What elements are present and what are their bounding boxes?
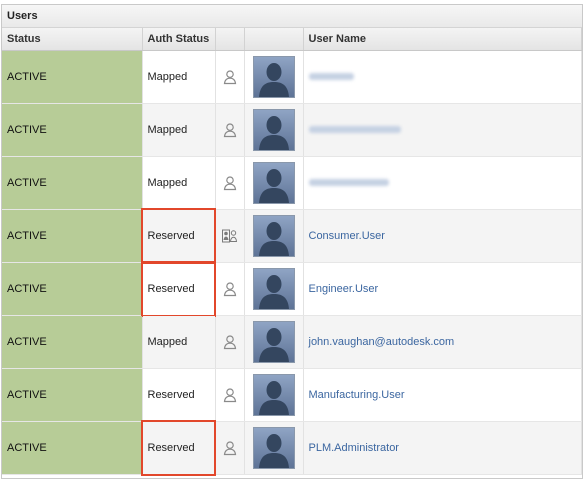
column-header-user-name[interactable]: User Name [303,28,582,51]
status-cell: ACTIVE [2,421,143,475]
user-name-link[interactable]: john.vaughan@autodesk.com [309,336,455,348]
user-name-link[interactable]: Consumer.User [309,230,385,242]
status-text: ACTIVE [7,442,47,454]
user-icon [216,122,244,138]
user-name-cell[interactable] [303,50,582,104]
user-icon [216,387,244,403]
auth-status-text: Reserved [147,442,195,454]
column-header-photo [244,28,304,51]
status-text: ACTIVE [7,124,47,136]
auth-status-cell: Reserved [140,208,216,264]
auth-status-cell: Mapped [142,50,216,104]
user-type-cell [215,50,245,104]
status-cell: ACTIVE [2,209,143,263]
user-name-link[interactable]: Manufacturing.User [309,389,405,401]
auth-status-cell: Mapped [142,156,216,210]
status-text: ACTIVE [7,389,47,401]
user-icon [216,175,244,191]
auth-status-text: Reserved [147,389,195,401]
user-type-cell [215,103,245,157]
obscured-user-name [308,73,354,80]
avatar-cell [244,103,304,157]
column-header-status[interactable]: Status [2,28,143,51]
auth-status-cell: Reserved [140,420,216,476]
users-panel: Users Status Auth Status User Name ACTIV… [1,4,583,479]
table-row[interactable]: ACTIVE Reserved Consumer.User [2,208,582,264]
user-name-cell[interactable]: PLM.Administrator [303,421,582,475]
auth-status-cell: Reserved [140,261,216,317]
user-icon [216,334,244,350]
auth-status-cell: Reserved [142,368,216,422]
user-type-cell [215,421,245,475]
user-icon [216,69,244,85]
avatar[interactable] [252,374,295,416]
status-cell: ACTIVE [2,103,143,157]
user-name-cell[interactable]: john.vaughan@autodesk.com [303,315,582,369]
user-type-cell [215,315,245,369]
user-type-cell [215,209,245,263]
status-text: ACTIVE [7,230,47,242]
user-name-link[interactable]: Engineer.User [309,283,379,295]
obscured-user-name [308,126,401,133]
user-type-cell [215,156,245,210]
table-row[interactable]: ACTIVE Mapped [2,103,582,157]
user-name-link[interactable]: PLM.Administrator [309,442,399,454]
panel-title: Users [2,5,582,28]
avatar-cell [244,315,304,369]
avatar-cell [244,156,304,210]
auth-status-text: Mapped [147,124,188,136]
user-icon [216,281,244,297]
auth-status-text: Mapped [147,71,188,83]
status-cell: ACTIVE [2,368,143,422]
avatar-cell [244,50,304,104]
auth-status-text: Reserved [147,230,195,242]
avatar[interactable] [252,321,295,363]
user-type-cell [215,262,245,316]
status-text: ACTIVE [7,336,47,348]
column-header-icon [215,28,245,51]
user-name-cell[interactable]: Engineer.User [303,262,582,316]
user-type-cell [215,368,245,422]
user-name-cell[interactable]: Consumer.User [303,209,582,263]
status-cell: ACTIVE [2,156,143,210]
table-row[interactable]: ACTIVE Reserved Manufacturing.User [2,368,582,422]
user-name-cell[interactable]: Manufacturing.User [303,368,582,422]
status-cell: ACTIVE [2,262,143,316]
user-name-cell[interactable] [303,156,582,210]
status-cell: ACTIVE [2,50,143,104]
user-icon [216,440,244,456]
avatar[interactable] [252,268,295,310]
obscured-user-name [308,179,389,186]
avatar[interactable] [252,427,295,469]
avatar-cell [244,262,304,316]
avatar-cell [244,421,304,475]
auth-status-text: Reserved [147,283,195,295]
user-group-icon [216,228,244,244]
auth-status-cell: Mapped [142,103,216,157]
avatar[interactable] [252,215,295,257]
auth-status-cell: Mapped [142,315,216,369]
avatar[interactable] [252,162,295,204]
status-cell: ACTIVE [2,315,143,369]
status-text: ACTIVE [7,283,47,295]
auth-status-text: Mapped [147,177,188,189]
status-text: ACTIVE [7,177,47,189]
table-row[interactable]: ACTIVE Mapped john.vaughan@autodesk.com [2,315,582,369]
user-name-cell[interactable] [303,103,582,157]
status-text: ACTIVE [7,71,47,83]
users-table: Status Auth Status User Name ACTIVE Mapp… [2,28,582,476]
table-row[interactable]: ACTIVE Reserved Engineer.User [2,261,582,317]
avatar-cell [244,368,304,422]
avatar[interactable] [252,109,295,151]
table-row[interactable]: ACTIVE Mapped [2,156,582,210]
column-header-auth-status[interactable]: Auth Status [142,28,216,51]
table-row[interactable]: ACTIVE Mapped [2,50,582,104]
table-row[interactable]: ACTIVE Reserved PLM.Administrator [2,420,582,476]
avatar[interactable] [252,56,295,98]
avatar-cell [244,209,304,263]
auth-status-text: Mapped [147,336,188,348]
table-header-row: Status Auth Status User Name [2,28,582,51]
